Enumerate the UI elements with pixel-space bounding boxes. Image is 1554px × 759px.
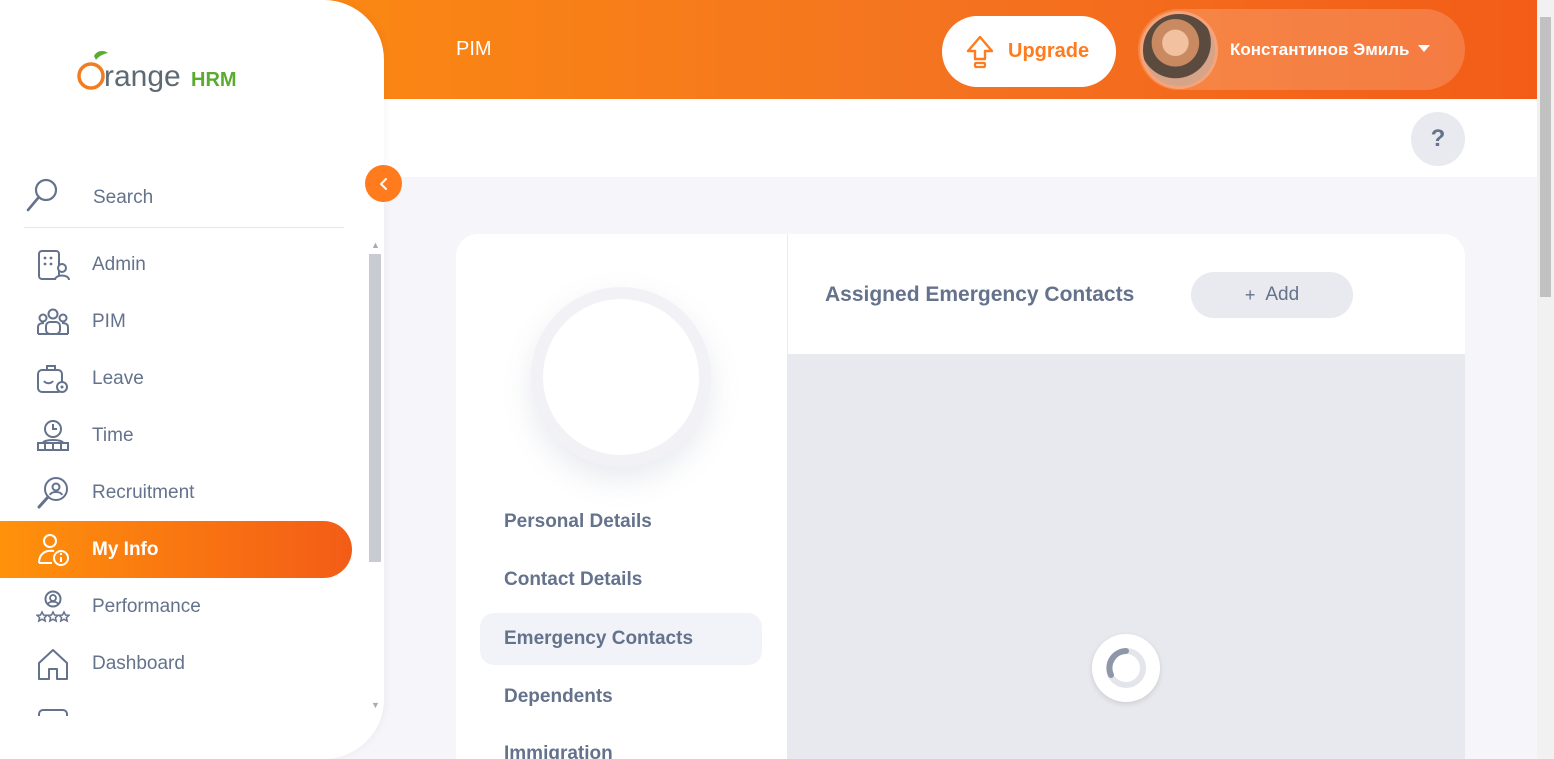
tab-immigration[interactable]: Immigration: [480, 728, 762, 759]
sidebar-item-time[interactable]: Time: [0, 407, 352, 464]
recruitment-icon: [35, 475, 71, 511]
leave-icon: [35, 361, 71, 397]
sidebar-item-label: Dashboard: [92, 652, 185, 674]
search-label: Search: [93, 186, 154, 208]
add-button[interactable]: + Add: [1191, 272, 1353, 318]
page-scrollbar-thumb[interactable]: [1540, 17, 1551, 297]
orangehrm-logo: range HRM: [74, 48, 254, 98]
help-button[interactable]: ?: [1411, 112, 1465, 166]
tab-label: Dependents: [504, 686, 613, 707]
upgrade-arrow-icon: [966, 35, 994, 68]
tab-label: Emergency Contacts: [504, 628, 694, 649]
chevron-left-icon: [379, 177, 387, 190]
sidebar-item-recruitment[interactable]: Recruitment: [0, 464, 352, 521]
user-name: Константинов Эмиль: [1230, 39, 1410, 59]
avatar: [1140, 10, 1218, 89]
search-input[interactable]: Search: [24, 162, 344, 228]
sidebar-item-label: Performance: [92, 595, 201, 617]
sidebar: range HRM Search Admin PIM Leave Time Re…: [0, 0, 384, 759]
sidebar-item-label: My Info: [92, 538, 159, 560]
sidebar-item-label: PIM: [92, 310, 126, 332]
sidebar-item-pim[interactable]: PIM: [0, 293, 352, 350]
sidebar-item-admin[interactable]: Admin: [0, 236, 352, 293]
sidebar-item-performance[interactable]: Performance: [0, 578, 352, 635]
profile-photo[interactable]: [543, 299, 699, 455]
sidebar-item-label: Admin: [92, 253, 146, 275]
collapse-sidebar-button[interactable]: [365, 165, 402, 202]
user-menu[interactable]: Константинов Эмиль: [1138, 9, 1465, 90]
directory-icon: [35, 703, 71, 716]
module-title: PIM: [456, 38, 492, 60]
pim-icon: [35, 304, 71, 340]
my-info-icon: [35, 532, 71, 568]
sidebar-item-my-info[interactable]: My Info: [0, 521, 352, 578]
sidebar-item-label: Leave: [92, 367, 144, 389]
chevron-down-icon: [1417, 45, 1430, 52]
sidebar-item-dashboard[interactable]: Dashboard: [0, 635, 352, 692]
plus-icon: +: [1244, 284, 1256, 305]
scroll-down-icon[interactable]: ▼: [371, 700, 380, 710]
tab-dependents[interactable]: Dependents: [480, 671, 762, 723]
svg-text:HRM: HRM: [191, 69, 237, 91]
svg-text:range: range: [104, 60, 181, 93]
time-icon: [35, 418, 71, 454]
main-menu: Admin PIM Leave Time Recruitment My Info…: [0, 236, 366, 716]
tab-label: Contact Details: [504, 569, 643, 590]
sidebar-item-leave[interactable]: Leave: [0, 350, 352, 407]
scroll-up-icon[interactable]: ▲: [371, 240, 380, 250]
tab-label: Personal Details: [504, 511, 652, 532]
sidebar-item-label: Time: [92, 424, 134, 446]
upgrade-label: Upgrade: [1008, 40, 1090, 62]
sidebar-item-label: Recruitment: [92, 481, 195, 503]
search-icon: [26, 178, 58, 211]
loading-spinner: [1092, 634, 1160, 702]
spinner-icon: [1106, 648, 1146, 688]
admin-icon: [35, 247, 71, 283]
performance-icon: [35, 589, 71, 625]
tab-contact-details[interactable]: Contact Details: [480, 554, 762, 606]
upgrade-button[interactable]: Upgrade: [942, 16, 1116, 87]
section-title: Assigned Emergency Contacts: [825, 283, 1135, 306]
add-label: Add: [1265, 284, 1300, 305]
dashboard-icon: [35, 646, 71, 682]
tab-personal-details[interactable]: Personal Details: [480, 496, 762, 548]
tab-emergency-contacts[interactable]: Emergency Contacts: [480, 613, 762, 665]
tab-label: Immigration: [504, 743, 613, 759]
sidebar-scrollbar-thumb[interactable]: [369, 254, 381, 562]
sidebar-item-partial[interactable]: [0, 692, 352, 716]
